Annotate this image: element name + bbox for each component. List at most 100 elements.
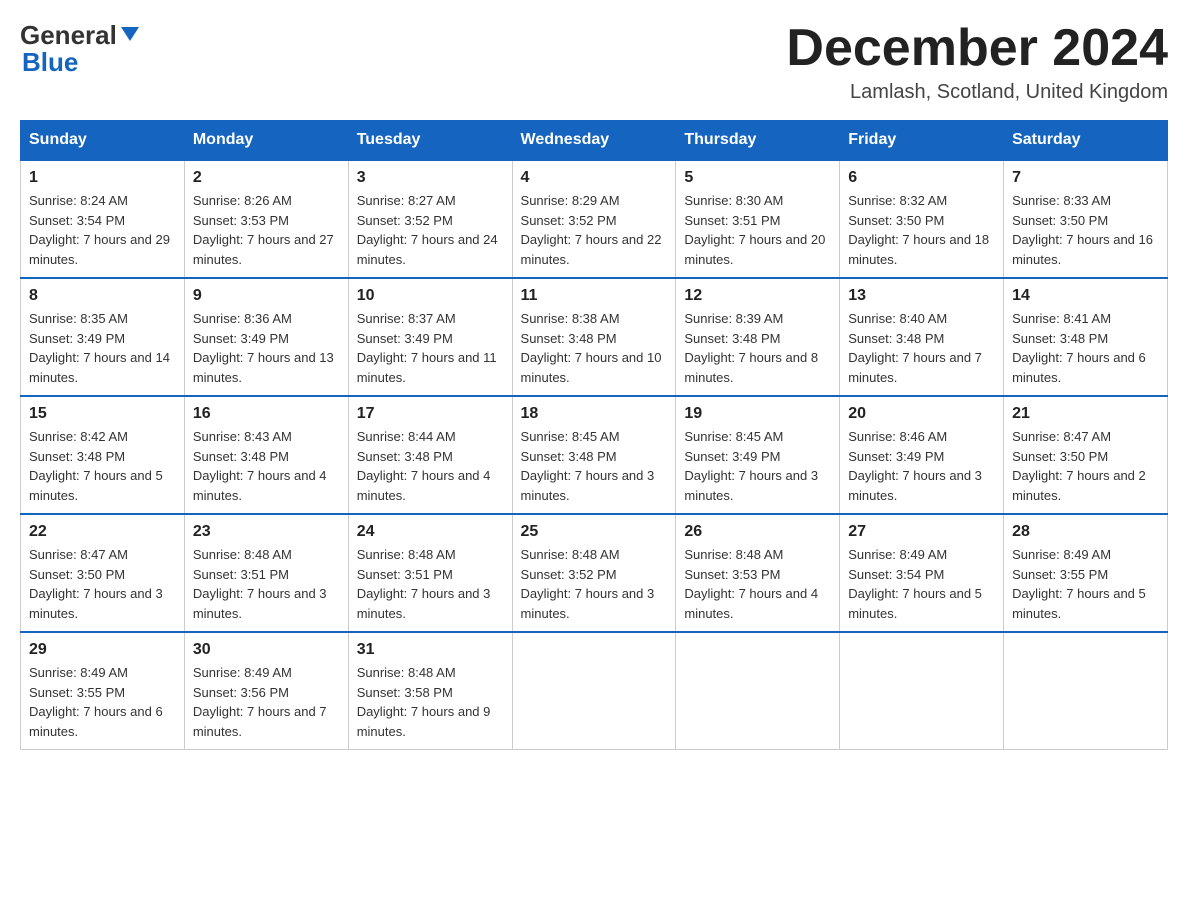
calendar-cell	[840, 632, 1004, 750]
sunrise-label: Sunrise: 8:40 AM	[848, 311, 947, 326]
calendar-header-row: SundayMondayTuesdayWednesdayThursdayFrid…	[21, 121, 1168, 161]
week-row-4: 22 Sunrise: 8:47 AM Sunset: 3:50 PM Dayl…	[21, 514, 1168, 632]
daylight-label: Daylight: 7 hours and 24 minutes.	[357, 232, 498, 267]
day-info: Sunrise: 8:29 AM Sunset: 3:52 PM Dayligh…	[521, 191, 668, 269]
sunrise-label: Sunrise: 8:43 AM	[193, 429, 292, 444]
day-info: Sunrise: 8:48 AM Sunset: 3:53 PM Dayligh…	[684, 545, 831, 623]
sunrise-label: Sunrise: 8:30 AM	[684, 193, 783, 208]
day-info: Sunrise: 8:48 AM Sunset: 3:51 PM Dayligh…	[357, 545, 504, 623]
day-number: 28	[1012, 523, 1159, 541]
day-info: Sunrise: 8:45 AM Sunset: 3:49 PM Dayligh…	[684, 427, 831, 505]
day-number: 23	[193, 523, 340, 541]
sunrise-label: Sunrise: 8:38 AM	[521, 311, 620, 326]
day-info: Sunrise: 8:49 AM Sunset: 3:55 PM Dayligh…	[1012, 545, 1159, 623]
sunset-label: Sunset: 3:48 PM	[357, 449, 453, 464]
sunset-label: Sunset: 3:48 PM	[684, 331, 780, 346]
day-info: Sunrise: 8:43 AM Sunset: 3:48 PM Dayligh…	[193, 427, 340, 505]
sunrise-label: Sunrise: 8:48 AM	[357, 665, 456, 680]
daylight-label: Daylight: 7 hours and 11 minutes.	[357, 350, 497, 385]
sunset-label: Sunset: 3:53 PM	[684, 567, 780, 582]
day-info: Sunrise: 8:49 AM Sunset: 3:56 PM Dayligh…	[193, 663, 340, 741]
day-info: Sunrise: 8:26 AM Sunset: 3:53 PM Dayligh…	[193, 191, 340, 269]
sunset-label: Sunset: 3:48 PM	[848, 331, 944, 346]
day-number: 16	[193, 405, 340, 423]
calendar-cell	[1004, 632, 1168, 750]
day-info: Sunrise: 8:48 AM Sunset: 3:58 PM Dayligh…	[357, 663, 504, 741]
sunset-label: Sunset: 3:48 PM	[521, 331, 617, 346]
daylight-label: Daylight: 7 hours and 10 minutes.	[521, 350, 662, 385]
sunrise-label: Sunrise: 8:33 AM	[1012, 193, 1111, 208]
sunrise-label: Sunrise: 8:36 AM	[193, 311, 292, 326]
calendar-cell: 29 Sunrise: 8:49 AM Sunset: 3:55 PM Dayl…	[21, 632, 185, 750]
calendar-cell: 11 Sunrise: 8:38 AM Sunset: 3:48 PM Dayl…	[512, 278, 676, 396]
calendar-cell: 9 Sunrise: 8:36 AM Sunset: 3:49 PM Dayli…	[184, 278, 348, 396]
day-number: 25	[521, 523, 668, 541]
day-number: 1	[29, 169, 176, 187]
sunset-label: Sunset: 3:49 PM	[848, 449, 944, 464]
calendar-cell: 26 Sunrise: 8:48 AM Sunset: 3:53 PM Dayl…	[676, 514, 840, 632]
daylight-label: Daylight: 7 hours and 9 minutes.	[357, 704, 491, 739]
sunset-label: Sunset: 3:52 PM	[357, 213, 453, 228]
sunset-label: Sunset: 3:58 PM	[357, 685, 453, 700]
sunset-label: Sunset: 3:48 PM	[193, 449, 289, 464]
sunrise-label: Sunrise: 8:35 AM	[29, 311, 128, 326]
daylight-label: Daylight: 7 hours and 3 minutes.	[29, 586, 163, 621]
page-header: General Blue December 2024 Lamlash, Scot…	[20, 20, 1168, 104]
daylight-label: Daylight: 7 hours and 14 minutes.	[29, 350, 170, 385]
day-number: 13	[848, 287, 995, 305]
calendar-cell: 27 Sunrise: 8:49 AM Sunset: 3:54 PM Dayl…	[840, 514, 1004, 632]
sunset-label: Sunset: 3:51 PM	[193, 567, 289, 582]
calendar-cell: 12 Sunrise: 8:39 AM Sunset: 3:48 PM Dayl…	[676, 278, 840, 396]
calendar-cell: 5 Sunrise: 8:30 AM Sunset: 3:51 PM Dayli…	[676, 160, 840, 278]
sunrise-label: Sunrise: 8:49 AM	[1012, 547, 1111, 562]
day-info: Sunrise: 8:24 AM Sunset: 3:54 PM Dayligh…	[29, 191, 176, 269]
daylight-label: Daylight: 7 hours and 16 minutes.	[1012, 232, 1153, 267]
sunset-label: Sunset: 3:50 PM	[1012, 213, 1108, 228]
daylight-label: Daylight: 7 hours and 4 minutes.	[357, 468, 491, 503]
calendar-cell: 28 Sunrise: 8:49 AM Sunset: 3:55 PM Dayl…	[1004, 514, 1168, 632]
daylight-label: Daylight: 7 hours and 29 minutes.	[29, 232, 170, 267]
header-saturday: Saturday	[1004, 121, 1168, 161]
calendar-cell: 22 Sunrise: 8:47 AM Sunset: 3:50 PM Dayl…	[21, 514, 185, 632]
calendar-cell: 15 Sunrise: 8:42 AM Sunset: 3:48 PM Dayl…	[21, 396, 185, 514]
daylight-label: Daylight: 7 hours and 5 minutes.	[1012, 586, 1146, 621]
sunset-label: Sunset: 3:56 PM	[193, 685, 289, 700]
header-wednesday: Wednesday	[512, 121, 676, 161]
calendar-cell: 20 Sunrise: 8:46 AM Sunset: 3:49 PM Dayl…	[840, 396, 1004, 514]
sunrise-label: Sunrise: 8:46 AM	[848, 429, 947, 444]
calendar-cell: 17 Sunrise: 8:44 AM Sunset: 3:48 PM Dayl…	[348, 396, 512, 514]
day-number: 2	[193, 169, 340, 187]
daylight-label: Daylight: 7 hours and 20 minutes.	[684, 232, 825, 267]
day-info: Sunrise: 8:47 AM Sunset: 3:50 PM Dayligh…	[29, 545, 176, 623]
day-number: 5	[684, 169, 831, 187]
sunrise-label: Sunrise: 8:48 AM	[521, 547, 620, 562]
calendar-cell: 14 Sunrise: 8:41 AM Sunset: 3:48 PM Dayl…	[1004, 278, 1168, 396]
sunset-label: Sunset: 3:52 PM	[521, 213, 617, 228]
sunset-label: Sunset: 3:49 PM	[684, 449, 780, 464]
day-info: Sunrise: 8:46 AM Sunset: 3:49 PM Dayligh…	[848, 427, 995, 505]
daylight-label: Daylight: 7 hours and 3 minutes.	[684, 468, 818, 503]
sunset-label: Sunset: 3:55 PM	[1012, 567, 1108, 582]
day-number: 10	[357, 287, 504, 305]
daylight-label: Daylight: 7 hours and 3 minutes.	[848, 468, 982, 503]
day-number: 20	[848, 405, 995, 423]
day-number: 31	[357, 641, 504, 659]
calendar-cell: 8 Sunrise: 8:35 AM Sunset: 3:49 PM Dayli…	[21, 278, 185, 396]
sunrise-label: Sunrise: 8:26 AM	[193, 193, 292, 208]
day-number: 24	[357, 523, 504, 541]
day-number: 9	[193, 287, 340, 305]
week-row-3: 15 Sunrise: 8:42 AM Sunset: 3:48 PM Dayl…	[21, 396, 1168, 514]
day-info: Sunrise: 8:44 AM Sunset: 3:48 PM Dayligh…	[357, 427, 504, 505]
day-number: 30	[193, 641, 340, 659]
sunset-label: Sunset: 3:50 PM	[848, 213, 944, 228]
daylight-label: Daylight: 7 hours and 3 minutes.	[193, 586, 327, 621]
day-number: 15	[29, 405, 176, 423]
calendar-cell: 3 Sunrise: 8:27 AM Sunset: 3:52 PM Dayli…	[348, 160, 512, 278]
day-info: Sunrise: 8:49 AM Sunset: 3:55 PM Dayligh…	[29, 663, 176, 741]
day-number: 17	[357, 405, 504, 423]
sunset-label: Sunset: 3:50 PM	[29, 567, 125, 582]
sunrise-label: Sunrise: 8:48 AM	[357, 547, 456, 562]
day-info: Sunrise: 8:48 AM Sunset: 3:52 PM Dayligh…	[521, 545, 668, 623]
location: Lamlash, Scotland, United Kingdom	[786, 81, 1168, 104]
sunrise-label: Sunrise: 8:27 AM	[357, 193, 456, 208]
